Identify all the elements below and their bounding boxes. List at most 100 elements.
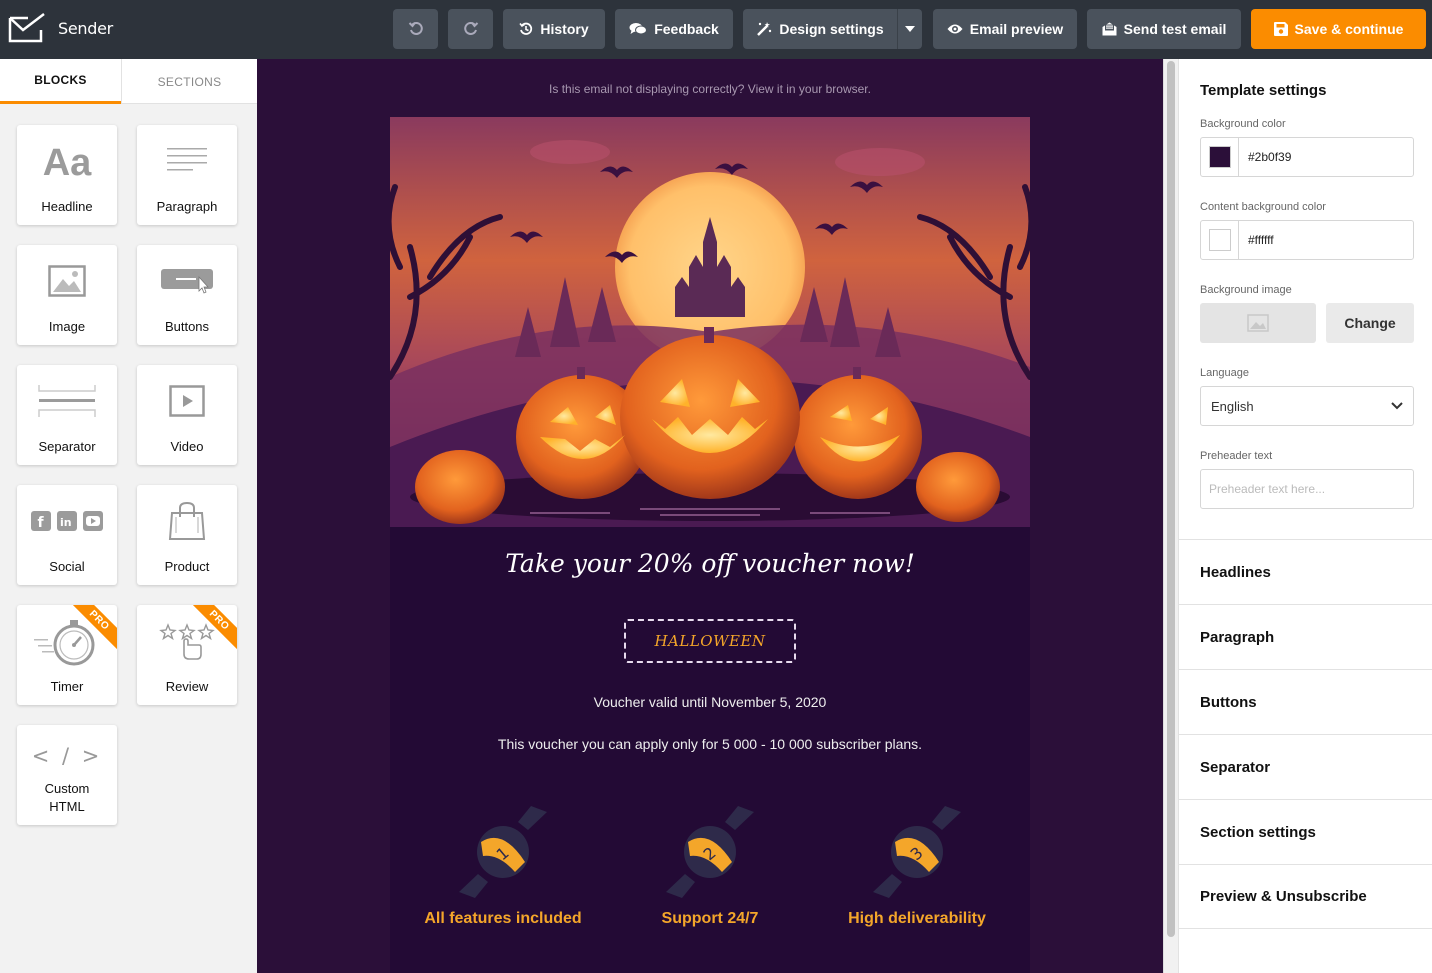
- voucher-code-box[interactable]: HALLOWEEN: [624, 619, 796, 663]
- canvas-scrollbar[interactable]: [1163, 59, 1178, 973]
- blocks-panel: BLOCKS SECTIONS Aa Headline Paragraph Im…: [0, 59, 257, 973]
- envelope-logo-icon: [8, 13, 45, 43]
- code-icon: < / >: [17, 725, 117, 783]
- block-label: Review: [165, 679, 209, 694]
- redo-button[interactable]: [448, 9, 493, 49]
- save-icon: [1273, 22, 1288, 36]
- bg-color-label: Background color: [1200, 118, 1286, 130]
- undo-icon: [408, 22, 423, 35]
- language-value: English: [1211, 398, 1254, 414]
- email-content[interactable]: Take your 20% off voucher now! HALLOWEEN…: [390, 117, 1030, 973]
- design-settings-dropdown[interactable]: [897, 9, 922, 49]
- scrollbar-thumb[interactable]: [1167, 61, 1175, 937]
- language-select[interactable]: English: [1200, 386, 1414, 426]
- feedback-button[interactable]: Feedback: [615, 9, 733, 49]
- block-label: Timer: [50, 679, 84, 694]
- save-continue-button[interactable]: Save & continue: [1251, 9, 1426, 49]
- bg-color-swatch-button[interactable]: [1201, 138, 1239, 176]
- bg-image-preview[interactable]: [1200, 303, 1316, 343]
- code-icon-text: < / >: [31, 744, 103, 768]
- feature-title: Support 24/7: [661, 910, 759, 927]
- video-icon: [137, 365, 237, 437]
- image-icon: [17, 245, 117, 317]
- block-paragraph[interactable]: Paragraph: [137, 125, 237, 225]
- view-in-browser-link[interactable]: Is this email not displaying correctly? …: [257, 82, 1163, 96]
- content-bg-label: Content background color: [1200, 201, 1326, 213]
- button-icon: [137, 245, 237, 317]
- envelope-open-icon: [1102, 22, 1117, 36]
- block-headline[interactable]: Aa Headline: [17, 125, 117, 225]
- section-buttons[interactable]: Buttons: [1179, 669, 1432, 734]
- feature-item[interactable]: 1 All features included: [403, 802, 603, 942]
- section-preview-unsubscribe[interactable]: Preview & Unsubscribe: [1179, 864, 1432, 929]
- preheader-input[interactable]: [1200, 469, 1414, 509]
- send-test-email-button[interactable]: Send test email: [1087, 9, 1241, 49]
- brand-logo[interactable]: Sender: [8, 12, 113, 44]
- brand-name: Sender: [58, 18, 113, 38]
- panel-title: Template settings: [1200, 82, 1327, 99]
- block-label: HTML: [49, 799, 85, 814]
- svg-text:in: in: [60, 516, 72, 529]
- block-buttons[interactable]: Buttons: [137, 245, 237, 345]
- bg-color-field[interactable]: #2b0f39: [1200, 137, 1414, 177]
- block-label: Paragraph: [156, 199, 218, 214]
- tab-sections[interactable]: SECTIONS: [121, 59, 257, 104]
- separator-icon: [17, 365, 117, 437]
- feedback-label: Feedback: [654, 21, 719, 37]
- candy-1-icon: 1: [459, 806, 547, 898]
- save-continue-label: Save & continue: [1294, 21, 1404, 37]
- feature-item[interactable]: 2 Support 24/7: [610, 802, 810, 942]
- headline-icon: Aa: [17, 125, 117, 197]
- email-preview-label: Email preview: [969, 21, 1064, 37]
- content-bg-value: #ffffff: [1248, 233, 1274, 247]
- content-bg-color-field[interactable]: #ffffff: [1200, 220, 1414, 260]
- feature-item[interactable]: 3 High deliverability: [817, 802, 1017, 942]
- block-product[interactable]: Product: [137, 485, 237, 585]
- block-separator[interactable]: Separator: [17, 365, 117, 465]
- feature-title: All features included: [424, 910, 582, 927]
- block-label: Social: [49, 559, 85, 574]
- block-review[interactable]: PRO Review: [137, 605, 237, 705]
- block-label: Separator: [38, 439, 96, 454]
- undo-button[interactable]: [393, 9, 438, 49]
- email-canvas[interactable]: Is this email not displaying correctly? …: [257, 59, 1163, 973]
- section-headlines[interactable]: Headlines: [1179, 539, 1432, 604]
- eye-icon: [947, 24, 963, 34]
- section-paragraph[interactable]: Paragraph: [1179, 604, 1432, 669]
- history-label: History: [540, 21, 589, 37]
- history-button[interactable]: History: [503, 9, 605, 49]
- block-custom-html[interactable]: < / > Custom HTML: [17, 725, 117, 825]
- send-test-label: Send test email: [1123, 21, 1227, 37]
- email-preview-button[interactable]: Email preview: [933, 9, 1077, 49]
- shopping-bag-icon: [137, 485, 237, 557]
- candy-2-icon: 2: [666, 806, 754, 898]
- design-settings-button[interactable]: Design settings: [743, 9, 897, 49]
- block-timer[interactable]: PRO Timer: [17, 605, 117, 705]
- voucher-apply-text[interactable]: This voucher you can apply only for 5 00…: [390, 736, 1030, 752]
- block-video[interactable]: Video: [137, 365, 237, 465]
- email-headline[interactable]: Take your 20% off voucher now!: [390, 549, 1030, 578]
- block-label: Buttons: [164, 319, 210, 334]
- preheader-label: Preheader text: [1200, 450, 1273, 462]
- content-bg-swatch-button[interactable]: [1201, 221, 1239, 259]
- block-social[interactable]: f in Social: [17, 485, 117, 585]
- halloween-hero-image[interactable]: [390, 117, 1030, 527]
- block-label: Product: [164, 559, 210, 574]
- chevron-down-icon: [1391, 402, 1403, 410]
- image-placeholder-icon: [1247, 314, 1269, 332]
- redo-icon: [463, 22, 478, 35]
- section-section-settings[interactable]: Section settings: [1179, 799, 1432, 864]
- section-separator[interactable]: Separator: [1179, 734, 1432, 799]
- voucher-valid-text[interactable]: Voucher valid until November 5, 2020: [390, 694, 1030, 710]
- bg-color-value: #2b0f39: [1248, 150, 1292, 164]
- history-icon: [519, 22, 533, 35]
- caret-down-icon: [905, 26, 915, 32]
- change-bg-image-button[interactable]: Change: [1326, 303, 1414, 343]
- block-image[interactable]: Image: [17, 245, 117, 345]
- block-label: Headline: [41, 199, 93, 214]
- top-toolbar: Sender History Feedback Design settings …: [0, 0, 1432, 59]
- tab-blocks[interactable]: BLOCKS: [0, 59, 121, 104]
- svg-text:f: f: [38, 515, 45, 531]
- panel-tabs: BLOCKS SECTIONS: [0, 59, 257, 104]
- candy-3-icon: 3: [873, 806, 961, 898]
